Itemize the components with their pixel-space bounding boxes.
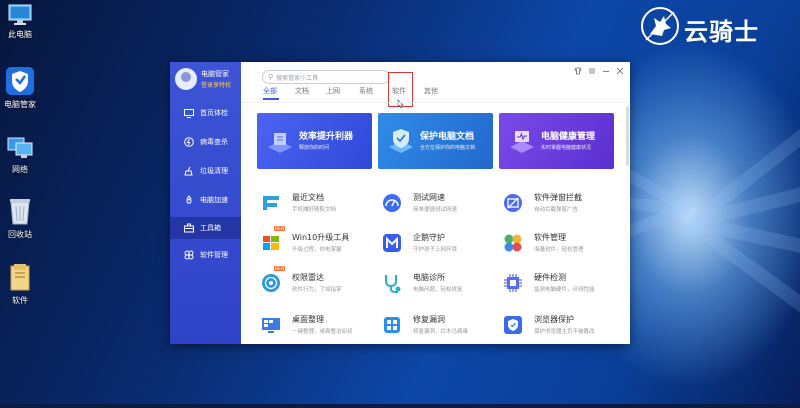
windows-icon: [263, 236, 279, 250]
tool-win10-upgrade[interactable]: NEW Win10升级工具 升级过程，你电掌握: [260, 226, 380, 258]
software-mgmt-icon: [504, 234, 522, 252]
tab-all[interactable]: 全部: [263, 86, 277, 96]
desktop-icon-recycle-bin[interactable]: 回收站: [0, 196, 40, 240]
tool-software-mgmt[interactable]: 软件管理 海量软件，轻松管理: [502, 230, 622, 258]
recent-docs-icon: [263, 196, 279, 210]
tool-patch-vulnerability[interactable]: 修复漏洞 修复漏洞，拦木马病毒: [381, 312, 501, 340]
sidebar-item-speed-up[interactable]: 电脑加速: [170, 189, 241, 211]
watermark-text: 云骑士: [684, 18, 759, 46]
watermark-logo: 云骑士: [636, 6, 786, 46]
chip-icon: [504, 274, 522, 292]
tab-documents[interactable]: 文档: [295, 86, 309, 96]
tab-internet[interactable]: 上网: [326, 86, 340, 96]
efficiency-illustration-icon: [268, 133, 292, 153]
banner-title: 效率提升利器: [299, 132, 354, 142]
sidebar-item-label: 工具箱: [200, 224, 221, 232]
desktop-organize-icon: [262, 318, 280, 333]
avatar-icon[interactable]: [175, 68, 197, 90]
tool-popup-block[interactable]: 软件弹窗拦截 自动拦截弹窗广告: [502, 190, 622, 218]
lightning-icon: [184, 137, 194, 147]
light-beam: [690, 152, 800, 229]
popup-block-icon: [504, 194, 522, 212]
tool-permission-radar[interactable]: NEW 权限雷达 软件行为，了如指掌: [260, 266, 380, 298]
pc-manager-window: 电脑管家 登录享特权 首页体检 病毒查杀 垃圾清理 电脑加速 工具箱 软件管理: [170, 62, 630, 344]
banner-protect-docs[interactable]: 保护电脑文档 全方位保护你的电脑文档: [378, 113, 493, 169]
speed-test-icon: [383, 194, 401, 212]
window-controls: [574, 67, 624, 77]
monitor-icon: [184, 108, 194, 118]
banner-subtitle: 实时掌握电脑健康状况: [541, 145, 592, 151]
sidebar-item-label: 软件管理: [200, 251, 228, 259]
banner-subtitle: 释放你的时间: [299, 145, 330, 151]
apps-icon: [184, 250, 194, 260]
toolbox-icon: [184, 223, 194, 233]
recycle-bin-icon: [7, 196, 33, 226]
protect-docs-illustration-icon: [389, 129, 413, 153]
sidebar-item-label: 垃圾清理: [200, 167, 228, 175]
knight-logo-icon: [640, 6, 680, 46]
search-icon: ⚲: [268, 73, 274, 81]
banner-title: 电脑健康管理: [541, 132, 596, 142]
sidebar-item-label: 首页体检: [200, 109, 228, 117]
health-mgmt-illustration-icon: [510, 131, 534, 153]
banner-subtitle: 全方位保护你的电脑文档: [420, 145, 476, 151]
shield-app-icon: [5, 66, 35, 96]
active-tab-indicator: [263, 98, 279, 100]
close-icon[interactable]: [616, 67, 624, 77]
sidebar-item-label: 电脑加速: [200, 196, 228, 204]
tab-system[interactable]: 系统: [359, 86, 373, 96]
sidebar: 电脑管家 登录享特权 首页体检 病毒查杀 垃圾清理 电脑加速 工具箱 软件管理: [170, 62, 241, 344]
search-placeholder: 搜索管家小工具: [276, 74, 319, 82]
menu-icon[interactable]: [588, 67, 596, 77]
tool-browser-protect[interactable]: 浏览器保护 保护浏览器主页不被篡改: [502, 312, 622, 340]
new-badge: NEW: [274, 266, 286, 271]
stethoscope-icon: [385, 275, 401, 293]
sidebar-item-virus-scan[interactable]: 病毒查杀: [170, 131, 241, 153]
browser-shield-icon: [504, 316, 522, 334]
header-divider: [241, 102, 630, 103]
banner-health-mgmt[interactable]: 电脑健康管理 实时掌握电脑健康状况: [499, 113, 614, 169]
penguin-guard-icon: [383, 234, 401, 252]
tool-recent-docs[interactable]: 最近文档 手机赚好随取文档: [260, 190, 380, 218]
sidebar-item-label: 病毒查杀: [200, 138, 228, 146]
login-link[interactable]: 登录享特权: [201, 80, 231, 89]
patch-icon: [384, 317, 400, 333]
profile[interactable]: 电脑管家 登录享特权: [175, 68, 241, 96]
desktop-icon-software-folder[interactable]: 软件: [0, 262, 40, 306]
minimize-icon[interactable]: [602, 67, 610, 77]
profile-name: 电脑管家: [201, 70, 229, 78]
new-badge: NEW: [274, 226, 286, 231]
main-panel: ⚲ 搜索管家小工具 全部 文档 上网 系统 软件 其他 效率提升利器 释放你的时…: [241, 62, 630, 344]
scrollbar[interactable]: [626, 106, 629, 166]
network-icon: [5, 135, 35, 161]
desktop-icon-network[interactable]: 网络: [0, 135, 40, 175]
sidebar-item-home-check[interactable]: 首页体检: [170, 102, 241, 124]
computer-icon: [7, 4, 33, 26]
tool-pc-clinic[interactable]: 电脑诊所 电脑问题，轻松修复: [381, 270, 501, 298]
desktop-icon-pc-manager[interactable]: 电脑管家: [0, 66, 40, 110]
sidebar-item-software-mgmt[interactable]: 软件管理: [170, 244, 241, 266]
radar-icon: [262, 274, 280, 292]
tool-hardware-check[interactable]: 硬件检测 监测电脑硬件，评测性能: [502, 270, 622, 298]
tool-desktop-organize[interactable]: 桌面整理 一键整理，桌面整洁如初: [260, 312, 380, 340]
taskbar: [0, 404, 800, 408]
rocket-icon: [184, 195, 194, 205]
banner-title: 保护电脑文档: [420, 132, 475, 142]
tool-penguin-guard[interactable]: 企鹅守护 守护孩子上网环境: [381, 230, 501, 258]
search-input[interactable]: ⚲ 搜索管家小工具: [262, 70, 390, 84]
banner-efficiency[interactable]: 效率提升利器 释放你的时间: [257, 113, 372, 169]
sidebar-item-junk-clean[interactable]: 垃圾清理: [170, 160, 241, 182]
folder-icon: [8, 262, 32, 292]
tool-speed-test[interactable]: 测试网速 简单便捷测试网速: [381, 190, 501, 218]
tab-other[interactable]: 其他: [424, 86, 438, 96]
desktop-icon-this-pc[interactable]: 此电脑: [0, 4, 40, 40]
sidebar-item-toolbox[interactable]: 工具箱: [170, 217, 241, 239]
shirt-icon[interactable]: [574, 67, 582, 77]
broom-icon: [184, 166, 194, 176]
